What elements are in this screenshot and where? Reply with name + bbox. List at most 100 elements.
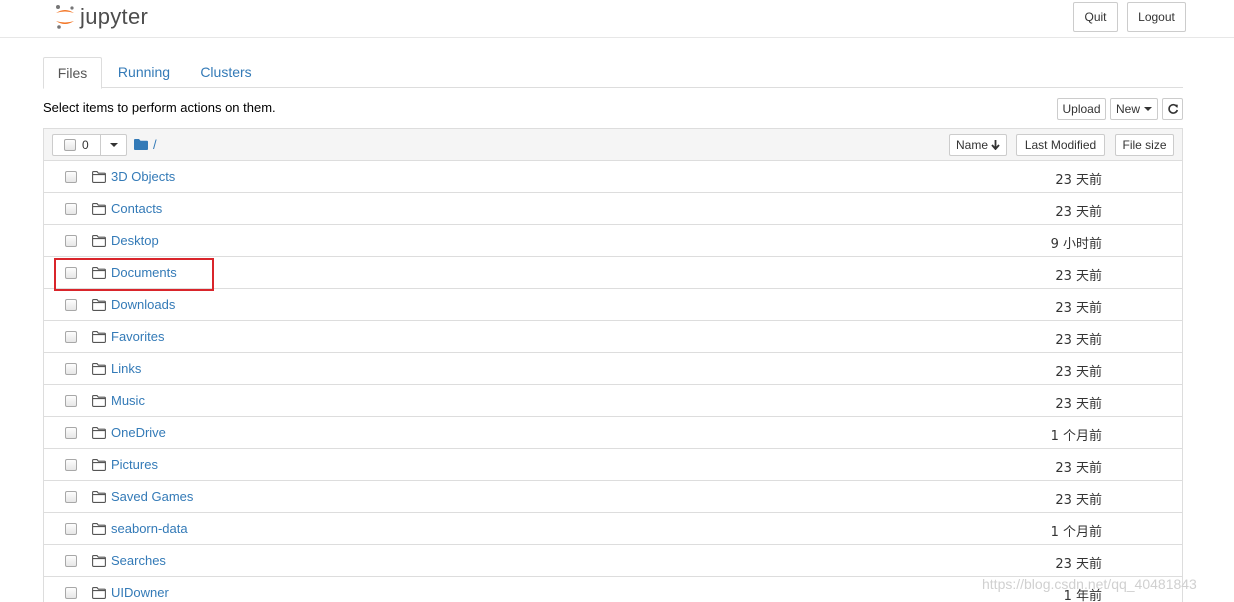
file-row[interactable]: seaborn-data 1 个月前 <box>44 513 1182 545</box>
file-row[interactable]: Documents 23 天前 <box>44 257 1182 289</box>
file-row[interactable]: Favorites 23 天前 <box>44 321 1182 353</box>
item-name-link[interactable]: Favorites <box>111 329 164 344</box>
watermark: https://blog.csdn.net/qq_40481843 <box>982 576 1197 592</box>
item-name-link[interactable]: Contacts <box>111 201 162 216</box>
item-modified: 23 天前 <box>1055 301 1102 316</box>
file-row[interactable]: Music 23 天前 <box>44 385 1182 417</box>
folder-icon <box>92 299 106 314</box>
file-row[interactable]: Desktop 9 小时前 <box>44 225 1182 257</box>
new-dropdown-button[interactable]: New <box>1110 98 1158 120</box>
folder-icon <box>92 235 106 250</box>
selected-count: 0 <box>82 138 89 152</box>
select-all-checkbox[interactable] <box>64 139 76 151</box>
row-checkbox[interactable] <box>65 587 77 599</box>
logo-text: jupyter <box>80 4 149 29</box>
refresh-button[interactable] <box>1162 98 1183 120</box>
folder-icon <box>92 459 106 474</box>
select-all-group: 0 <box>52 134 127 156</box>
instructions-text: Select items to perform actions on them. <box>43 100 276 115</box>
sort-by-size-button[interactable]: File size <box>1115 134 1174 156</box>
folder-icon <box>92 491 106 506</box>
jupyter-logo[interactable]: jupyter <box>54 2 148 32</box>
item-name-link[interactable]: Pictures <box>111 457 158 472</box>
file-row[interactable]: Downloads 23 天前 <box>44 289 1182 321</box>
row-checkbox[interactable] <box>65 171 77 183</box>
sort-by-modified-button[interactable]: Last Modified <box>1016 134 1105 156</box>
item-name-link[interactable]: 3D Objects <box>111 169 175 184</box>
file-list: 0 / Name Last Modified File size 3D Obje… <box>43 128 1183 602</box>
list-header: 0 / Name Last Modified File size <box>44 129 1182 161</box>
row-checkbox[interactable] <box>65 331 77 343</box>
new-label: New <box>1115 102 1140 116</box>
file-row[interactable]: Searches 23 天前 <box>44 545 1182 577</box>
top-header: jupyter Quit Logout <box>0 0 1234 38</box>
breadcrumb-root[interactable]: / <box>153 137 157 152</box>
item-name-link[interactable]: Links <box>111 361 141 376</box>
file-row[interactable]: 3D Objects 23 天前 <box>44 161 1182 193</box>
breadcrumb[interactable]: / <box>134 137 157 152</box>
quit-button[interactable]: Quit <box>1073 2 1118 32</box>
row-checkbox[interactable] <box>65 427 77 439</box>
item-name-link[interactable]: Downloads <box>111 297 175 312</box>
item-modified: 1 个月前 <box>1050 429 1102 444</box>
folder-filled-icon <box>134 139 148 150</box>
row-checkbox[interactable] <box>65 523 77 535</box>
folder-icon <box>92 587 106 602</box>
file-row[interactable]: Pictures 23 天前 <box>44 449 1182 481</box>
item-name-link[interactable]: Music <box>111 393 145 408</box>
file-row[interactable]: Contacts 23 天前 <box>44 193 1182 225</box>
file-row[interactable]: OneDrive 1 个月前 <box>44 417 1182 449</box>
row-checkbox[interactable] <box>65 491 77 503</box>
item-modified: 23 天前 <box>1055 333 1102 348</box>
item-modified: 1 个月前 <box>1050 525 1102 540</box>
row-checkbox[interactable] <box>65 299 77 311</box>
item-name-link[interactable]: OneDrive <box>111 425 166 440</box>
highlight-box <box>54 258 214 291</box>
item-modified: 23 天前 <box>1055 461 1102 476</box>
folder-icon <box>92 555 106 570</box>
jupyter-logo-icon <box>56 5 74 29</box>
arrow-down-icon <box>991 140 1000 150</box>
folder-icon <box>92 171 106 186</box>
row-checkbox[interactable] <box>65 235 77 247</box>
tab-bar: Files Running Clusters <box>43 57 1183 89</box>
tab-running[interactable]: Running <box>106 57 182 88</box>
item-name-link[interactable]: UIDowner <box>111 585 169 600</box>
select-all-toggle[interactable]: 0 <box>53 135 101 155</box>
folder-icon <box>92 203 106 218</box>
item-modified: 23 天前 <box>1055 173 1102 188</box>
folder-icon <box>92 427 106 442</box>
logout-button[interactable]: Logout <box>1127 2 1186 32</box>
sort-by-name-button[interactable]: Name <box>949 134 1007 156</box>
row-checkbox[interactable] <box>65 555 77 567</box>
tab-clusters[interactable]: Clusters <box>188 57 264 88</box>
item-modified: 23 天前 <box>1055 269 1102 284</box>
caret-down-icon <box>1144 107 1152 111</box>
folder-icon <box>92 331 106 346</box>
file-row[interactable]: Links 23 天前 <box>44 353 1182 385</box>
item-modified: 23 天前 <box>1055 365 1102 380</box>
folder-icon <box>92 363 106 378</box>
item-name-link[interactable]: Desktop <box>111 233 159 248</box>
row-checkbox[interactable] <box>65 459 77 471</box>
select-menu-button[interactable] <box>101 135 126 155</box>
tab-files[interactable]: Files <box>43 57 102 89</box>
item-modified: 23 天前 <box>1055 493 1102 508</box>
folder-icon <box>92 395 106 410</box>
item-name-link[interactable]: Saved Games <box>111 489 193 504</box>
item-modified: 23 天前 <box>1055 557 1102 572</box>
sort-name-label: Name <box>955 138 988 152</box>
item-modified: 9 小时前 <box>1050 237 1102 252</box>
item-modified: 23 天前 <box>1055 205 1102 220</box>
file-row[interactable]: Saved Games 23 天前 <box>44 481 1182 513</box>
item-name-link[interactable]: Searches <box>111 553 166 568</box>
folder-icon <box>92 523 106 538</box>
row-checkbox[interactable] <box>65 363 77 375</box>
item-modified: 23 天前 <box>1055 397 1102 412</box>
caret-down-icon <box>109 143 118 147</box>
row-checkbox[interactable] <box>65 203 77 215</box>
refresh-icon <box>1167 103 1178 114</box>
upload-button[interactable]: Upload <box>1057 98 1106 120</box>
item-name-link[interactable]: seaborn-data <box>111 521 188 536</box>
row-checkbox[interactable] <box>65 395 77 407</box>
